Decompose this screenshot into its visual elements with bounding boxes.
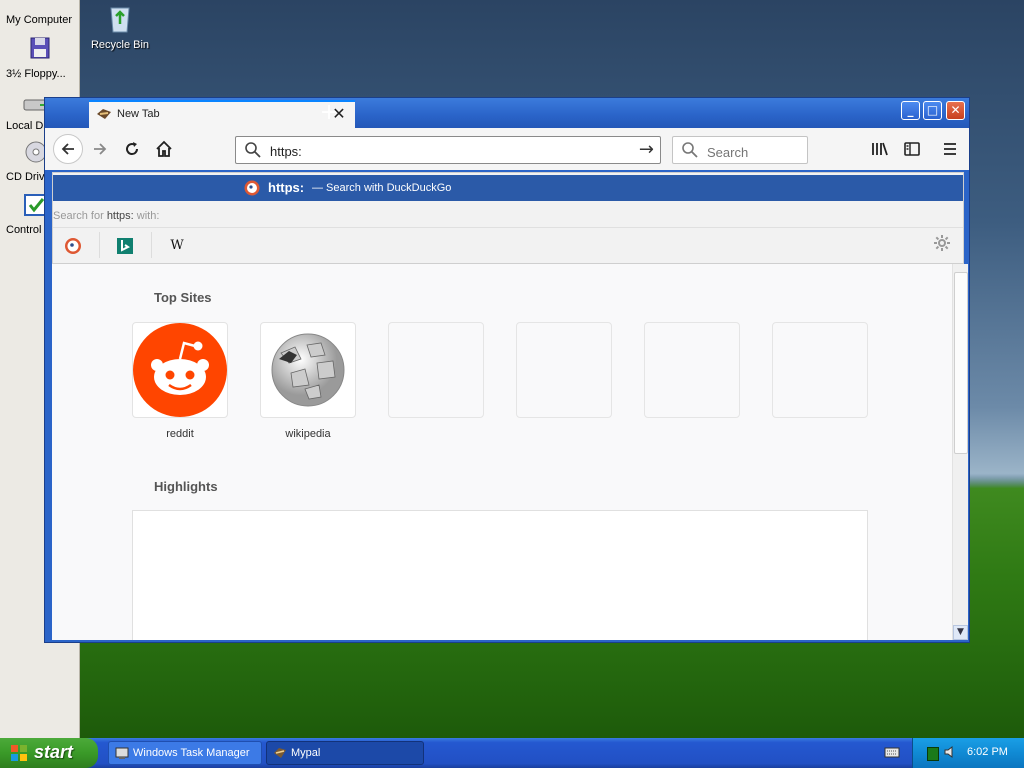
home-button[interactable] [151,136,177,162]
engine-divider [151,232,152,258]
reload-button[interactable] [119,136,145,162]
search-for-suffix: with: [136,210,160,222]
taskbar-item-label: Mypal [291,747,321,759]
top-site-label: wikipedia [285,428,331,440]
hamburger-menu-icon [944,143,956,155]
start-label: start [34,742,74,762]
url-bar[interactable]: → [235,136,661,164]
search-for-prefix: Search for [53,210,104,222]
recycle-bin-icon [110,7,130,33]
go-arrow-icon[interactable]: → [639,140,654,160]
url-input[interactable] [268,141,632,161]
mypal-favicon-icon [97,109,111,119]
floppy-icon [30,37,50,59]
taskbar-item-task-manager[interactable]: Windows Task Manager [108,741,262,765]
taskbar: start Windows Task Manager Mypal 6:02 PM [0,738,1024,768]
back-arrow-icon [61,143,74,155]
top-site-tile-empty[interactable] [516,322,612,418]
one-off-search-engines: W [53,227,963,264]
desktop-item-recycle-bin[interactable]: Recycle Bin [90,2,150,54]
search-for-label: Search for https: with: [53,210,159,222]
suggestion-query: https: [268,180,305,195]
desktop-item-label: 3½ Floppy... [6,68,66,80]
top-site-tile-wikipedia[interactable] [260,322,356,418]
start-button[interactable]: start [0,738,98,768]
recycle-bin-label: Recycle Bin [90,39,150,51]
vertical-scrollbar[interactable]: ▼ [952,264,968,640]
taskbar-item-label: Windows Task Manager [133,747,250,759]
desktop-item-label: Control [6,224,42,236]
desktop-item-my-computer[interactable]: My Computer [0,14,79,30]
library-icon [872,142,888,156]
bing-icon[interactable] [115,236,135,256]
task-manager-icon [115,747,129,759]
highlights-title: Highlights [154,479,218,494]
sidebar-icon [904,142,920,156]
search-icon [682,142,698,158]
wikipedia-icon[interactable]: W [167,236,187,256]
suggestion-row-selected[interactable]: https: — Search with DuckDuckGo [53,175,963,201]
reddit-icon [133,323,227,417]
top-site-tile-reddit[interactable] [132,322,228,418]
search-input[interactable] [705,142,805,162]
tab-title: New Tab [117,108,160,120]
clock[interactable]: 6:02 PM [967,746,1008,758]
browser-window: New Tab ✕ + _ □ ✕ → [44,97,970,643]
reload-icon [126,142,139,155]
desktop-item-label: My Computer [6,14,73,26]
sidebar-button[interactable] [899,136,925,162]
duckduckgo-icon [244,180,260,196]
duckduckgo-icon[interactable] [63,236,83,256]
forward-arrow-icon [94,143,107,155]
windows-logo-icon [11,745,27,761]
new-tab-button[interactable]: + [315,100,343,128]
highlights-panel [132,510,868,640]
minimize-button[interactable]: _ [901,101,920,120]
system-tray: 6:02 PM [912,738,1024,768]
library-button[interactable] [867,136,893,162]
search-settings-gear-icon[interactable] [933,234,951,252]
scroll-down-arrow-icon[interactable]: ▼ [953,625,968,640]
mypal-icon [274,748,286,758]
maximize-button[interactable]: □ [923,101,942,120]
forward-button[interactable] [87,136,113,162]
keyboard-icon[interactable] [884,745,900,759]
top-site-tile-empty[interactable] [388,322,484,418]
network-icon[interactable] [927,747,939,761]
scrollbar-thumb[interactable] [954,272,968,454]
search-bar[interactable] [672,136,808,164]
search-icon [245,142,261,158]
volume-icon[interactable] [943,745,957,759]
search-for-query: https: [106,210,134,222]
wikipedia-globe-icon [271,333,345,407]
suggestion-action: — Search with DuckDuckGo [312,182,452,194]
top-site-label: reddit [166,428,194,440]
top-sites-title: Top Sites [154,290,212,305]
top-site-tile-empty[interactable] [644,322,740,418]
engine-divider [99,232,100,258]
desktop-item-floppy[interactable]: 3½ Floppy... [0,36,79,84]
url-autocomplete-popup: https: — Search with DuckDuckGo Search f… [52,172,964,264]
menu-button[interactable] [937,136,963,162]
top-site-tile-empty[interactable] [772,322,868,418]
desktop-item-label: Local Di [6,120,46,132]
taskbar-item-mypal[interactable]: Mypal [266,741,424,765]
home-icon [156,140,172,157]
new-tab-page: Top Sites reddit wikipedia Highlights [52,264,952,640]
close-window-button[interactable]: ✕ [946,101,965,120]
title-bar[interactable]: New Tab ✕ + _ □ ✕ [45,98,969,128]
back-button[interactable] [53,134,83,164]
navigation-toolbar: → [45,128,969,170]
